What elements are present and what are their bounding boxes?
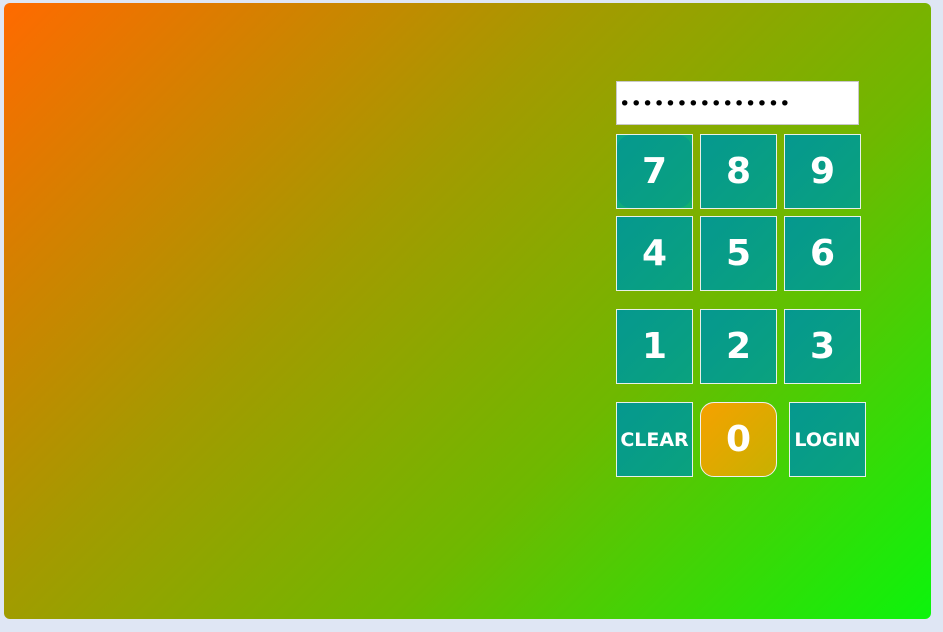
- key-7-label: 7: [641, 151, 668, 192]
- key-0[interactable]: 0: [700, 402, 777, 477]
- key-3[interactable]: 3: [784, 309, 861, 384]
- key-3-label: 3: [809, 326, 836, 367]
- key-2-label: 2: [725, 326, 752, 367]
- clear-button-label: CLEAR: [620, 428, 689, 451]
- key-6[interactable]: 6: [784, 216, 861, 291]
- key-9-label: 9: [809, 151, 836, 192]
- key-6-label: 6: [809, 233, 836, 274]
- key-2[interactable]: 2: [700, 309, 777, 384]
- key-5[interactable]: 5: [700, 216, 777, 291]
- key-8[interactable]: 8: [700, 134, 777, 209]
- key-1[interactable]: 1: [616, 309, 693, 384]
- key-8-label: 8: [725, 151, 752, 192]
- pin-input[interactable]: •••••••••••••••: [616, 81, 859, 125]
- login-button-label: LOGIN: [794, 428, 861, 451]
- clear-button[interactable]: CLEAR: [616, 402, 693, 477]
- key-0-label: 0: [725, 419, 752, 460]
- key-4[interactable]: 4: [616, 216, 693, 291]
- key-5-label: 5: [725, 233, 752, 274]
- key-9[interactable]: 9: [784, 134, 861, 209]
- login-panel: ••••••••••••••• 7 8 9 4 5 6 1 2 3 CLEAR …: [4, 3, 931, 619]
- key-7[interactable]: 7: [616, 134, 693, 209]
- key-4-label: 4: [641, 233, 668, 274]
- key-1-label: 1: [641, 326, 668, 367]
- login-button[interactable]: LOGIN: [789, 402, 866, 477]
